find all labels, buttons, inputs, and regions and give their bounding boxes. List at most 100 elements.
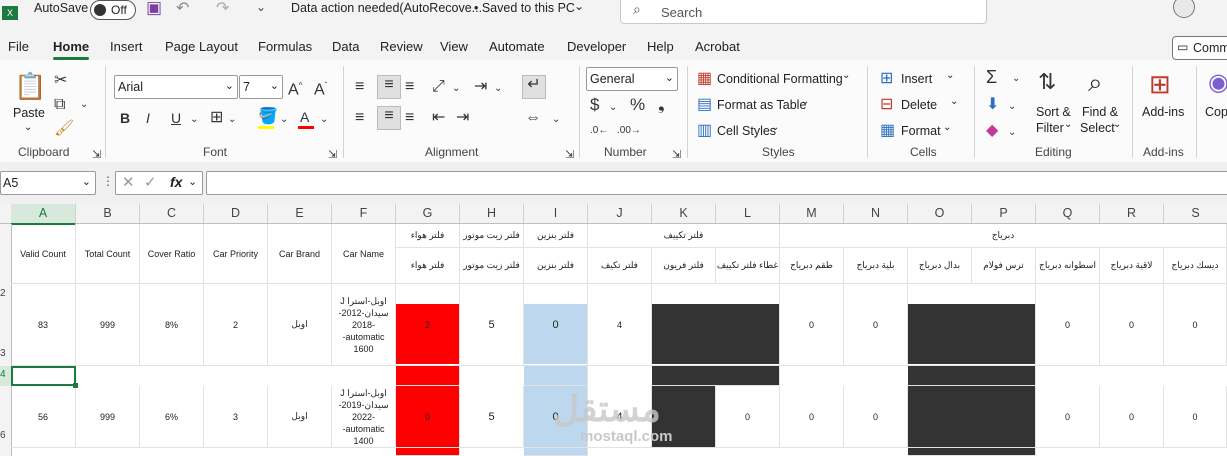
cell-b-row2[interactable]: 999 xyxy=(76,386,140,448)
header-l[interactable]: غطاء فلتر تكييف xyxy=(716,248,780,284)
cell-f-row1[interactable]: اوبل-استرا J سيدان-2012- -2018 automatic… xyxy=(332,284,396,366)
bold-icon[interactable]: B xyxy=(120,109,130,127)
increase-font-icon[interactable]: A^ xyxy=(288,77,302,99)
cell-kl-row1[interactable] xyxy=(652,284,780,366)
cell-c-row1[interactable]: 8% xyxy=(140,284,204,366)
italic-icon[interactable]: I xyxy=(146,109,150,127)
column-header-k[interactable]: K xyxy=(652,204,716,223)
saved-status[interactable]: • Saved to this PC xyxy=(474,1,575,15)
font-color-chevron-icon[interactable]: ⌄ xyxy=(320,111,328,129)
copilot-button[interactable]: Cop xyxy=(1205,105,1227,119)
copy-icon[interactable]: ⧉ xyxy=(54,96,65,114)
cell-s-row1[interactable]: 0 xyxy=(1164,284,1227,366)
align-center-icon[interactable]: ≡ xyxy=(377,106,401,130)
customize-qat-icon[interactable]: ⌄ xyxy=(256,0,266,14)
decrease-decimal-icon[interactable]: .00→ xyxy=(617,122,641,140)
paste-icon[interactable]: 📋 xyxy=(14,72,46,100)
header-n[interactable]: بلية دبرياج xyxy=(844,248,908,284)
rtl-chevron-icon[interactable]: ⌄ xyxy=(494,80,502,98)
decrease-indent-icon[interactable]: ⇤ xyxy=(432,109,445,127)
tab-formulas[interactable]: Formulas xyxy=(258,39,312,54)
redo-icon[interactable]: ↷ xyxy=(216,0,229,18)
cell-c-row2[interactable]: 6% xyxy=(140,386,204,448)
column-header-p[interactable]: P xyxy=(972,204,1036,223)
column-header-h[interactable]: H xyxy=(460,204,524,223)
align-bottom-icon[interactable]: ≡ xyxy=(405,78,414,96)
chevron-down-icon[interactable]: ⌄ xyxy=(950,96,958,107)
format-cells-icon[interactable]: ▦ xyxy=(880,122,895,140)
cell-g-row5[interactable] xyxy=(396,366,460,386)
header-e[interactable]: Car Brand xyxy=(268,224,332,284)
align-left-icon[interactable]: ≡ xyxy=(355,109,364,127)
header-i[interactable]: فلتر بنزين xyxy=(524,248,588,284)
column-header-n[interactable]: N xyxy=(844,204,908,223)
font-color-icon[interactable]: A xyxy=(300,108,309,126)
header-b[interactable]: Total Count xyxy=(76,224,140,284)
cell-n-row2[interactable]: 0 xyxy=(844,386,908,448)
column-header-r[interactable]: R xyxy=(1100,204,1164,223)
chevron-down-icon[interactable]: ⌄ xyxy=(1113,119,1121,130)
chevron-down-icon[interactable]: ⌄ xyxy=(1064,119,1072,130)
search-box[interactable]: ⌕ Search xyxy=(620,0,987,24)
tab-home[interactable]: Home xyxy=(53,39,90,60)
more-options-icon[interactable]: ⋮ xyxy=(102,174,114,188)
cell-kl-row5[interactable] xyxy=(652,366,780,386)
undo-icon[interactable]: ↶ xyxy=(176,0,189,18)
comments-button[interactable]: ▭ Comm xyxy=(1172,36,1227,60)
cell-m-row1[interactable]: 0 xyxy=(780,284,844,366)
column-header-a[interactable]: A xyxy=(11,204,76,225)
fill-icon[interactable]: ⬇ xyxy=(986,96,999,114)
group-header-g[interactable]: فلتر هواء xyxy=(396,224,460,248)
column-header-e[interactable]: E xyxy=(268,204,332,223)
format-as-table-icon[interactable]: ▤ xyxy=(697,96,712,114)
group-header-i[interactable]: فلتر بنزين xyxy=(524,224,588,248)
tab-view[interactable]: View xyxy=(440,39,468,54)
addins-icon[interactable]: ⊞ xyxy=(1149,70,1171,98)
name-box[interactable]: A5 ⌄ xyxy=(0,171,96,195)
tab-acrobat[interactable]: Acrobat xyxy=(695,39,740,54)
font-size-select[interactable]: 7 ⌄ xyxy=(239,75,283,99)
paste-chevron-icon[interactable]: ⌄ xyxy=(24,122,32,133)
fill-chevron-icon[interactable]: ⌄ xyxy=(280,111,288,129)
copy-chevron-icon[interactable]: ⌄ xyxy=(80,96,88,114)
cell-m-row2[interactable]: 0 xyxy=(780,386,844,448)
increase-decimal-icon[interactable]: .0← xyxy=(590,122,608,140)
cell-n-row1[interactable]: 0 xyxy=(844,284,908,366)
tab-automate[interactable]: Automate xyxy=(489,39,545,54)
font-name-select[interactable]: Arial ⌄ xyxy=(114,75,238,99)
cell-b-row1[interactable]: 999 xyxy=(76,284,140,366)
align-top-icon[interactable]: ≡ xyxy=(355,78,364,96)
chevron-down-icon[interactable]: ⌄ xyxy=(946,70,954,81)
cell-l-row2[interactable]: 0 xyxy=(716,386,780,448)
decrease-font-icon[interactable]: Aˇ xyxy=(314,77,327,99)
borders-icon[interactable]: ⊞ xyxy=(210,109,223,127)
cell-e-row2[interactable]: اوبل xyxy=(268,386,332,448)
column-header-g[interactable]: G xyxy=(396,204,460,223)
cut-icon[interactable]: ✂ xyxy=(54,72,67,90)
column-header-c[interactable]: C xyxy=(140,204,204,223)
insert-cells-icon[interactable]: ⊞ xyxy=(880,70,893,88)
tab-file[interactable]: File xyxy=(8,39,29,54)
column-header-j[interactable]: J xyxy=(588,204,652,223)
wrap-text-icon[interactable]: ↵ xyxy=(522,75,546,99)
cell-f-row2[interactable]: اوبل-استرا J سيدان-2019- -2022 automatic… xyxy=(332,386,396,448)
tab-help[interactable]: Help xyxy=(647,39,674,54)
header-o[interactable]: بدال دبرياج xyxy=(908,248,972,284)
merge-center-icon[interactable]: ⇔ xyxy=(525,109,541,127)
cell-g-row2[interactable]: 0 xyxy=(396,386,460,448)
cell-a-row2[interactable]: 56 xyxy=(11,386,76,448)
delete-button[interactable]: Delete xyxy=(901,98,937,112)
column-header-l[interactable]: L xyxy=(716,204,780,223)
borders-chevron-icon[interactable]: ⌄ xyxy=(228,111,236,129)
clear-icon[interactable]: ◆ xyxy=(986,122,998,140)
column-header-d[interactable]: D xyxy=(204,204,268,223)
autosum-chevron-icon[interactable]: ⌄ xyxy=(1012,70,1020,88)
chevron-down-icon[interactable]: ⌄ xyxy=(771,122,779,133)
underline-icon[interactable]: U xyxy=(171,109,181,127)
column-header-o[interactable]: O xyxy=(908,204,972,223)
header-g[interactable]: فلتر هواء xyxy=(396,248,460,284)
cell-h-row1[interactable]: 5 xyxy=(460,284,524,366)
header-s[interactable]: ديسك دبرياج xyxy=(1164,248,1227,284)
cell-a-row1[interactable]: 83 xyxy=(11,284,76,366)
percent-icon[interactable]: % xyxy=(630,96,645,114)
